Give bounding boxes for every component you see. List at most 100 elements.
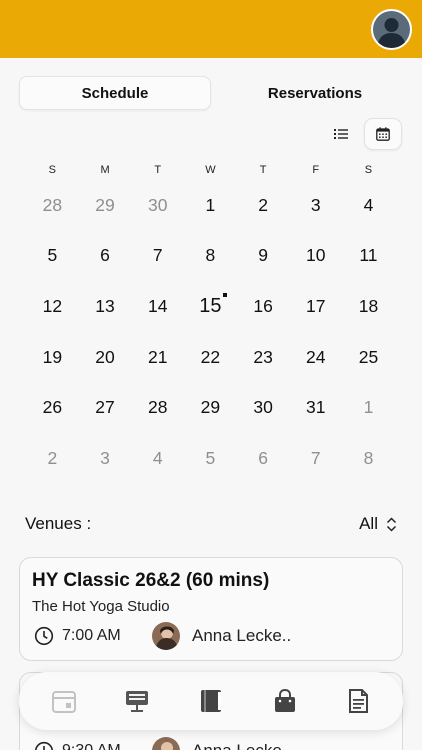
day-number: 6 — [100, 245, 110, 266]
calendar-day[interactable]: 21 — [131, 347, 184, 368]
instructor-avatar — [152, 622, 180, 650]
calendar-day[interactable]: 13 — [79, 296, 132, 317]
document-icon — [349, 689, 369, 713]
class-venue: The Hot Yoga Studio — [32, 598, 170, 615]
weekday-label: M — [100, 164, 110, 176]
day-number: 16 — [253, 295, 273, 316]
calendar-day[interactable]: 17 — [289, 296, 342, 317]
list-view-button[interactable] — [326, 118, 356, 150]
calendar-day[interactable]: 26 — [26, 397, 79, 418]
nav-shop-button[interactable] — [262, 678, 308, 724]
calendar-day[interactable]: 25 — [342, 347, 395, 368]
calendar-day[interactable]: 10 — [289, 245, 342, 266]
calendar-day[interactable]: 31 — [289, 397, 342, 418]
venues-label: Venues : — [25, 514, 92, 533]
class-time: 7:00 AM — [62, 627, 121, 644]
day-number: 18 — [358, 295, 379, 316]
calendar-day[interactable]: 27 — [79, 397, 132, 418]
calendar-day[interactable]: 28 — [131, 397, 184, 418]
calendar-day[interactable]: 29 — [79, 195, 132, 216]
venue-filter-select[interactable]: All — [359, 514, 397, 534]
tab-reservations[interactable]: Reservations — [231, 76, 399, 110]
profile-avatar[interactable] — [371, 9, 412, 50]
instructor-name: Anna Lecke.. — [192, 741, 291, 750]
day-number: 13 — [95, 295, 115, 316]
calendar-view-button[interactable] — [364, 118, 402, 150]
calendar-day[interactable]: 8 — [342, 448, 395, 469]
nav-documents-button[interactable] — [335, 678, 381, 724]
calendar-day[interactable]: 1 — [184, 195, 237, 216]
class-time-row: 7:00 AM — [34, 622, 121, 650]
day-number: 23 — [253, 346, 273, 367]
day-number: 7 — [152, 245, 163, 266]
calendar-day[interactable]: 1 — [342, 397, 395, 418]
day-number: 14 — [147, 295, 168, 316]
day-number: 8 — [363, 447, 374, 468]
calendar-day[interactable]: 6 — [237, 448, 290, 469]
day-number: 29 — [95, 194, 115, 215]
day-number: 27 — [95, 397, 115, 418]
calendar-day[interactable]: 29 — [184, 397, 237, 418]
instructor-avatar — [152, 737, 180, 750]
calendar-day[interactable]: 8 — [184, 245, 237, 266]
day-number: 20 — [95, 346, 115, 367]
calendar-day[interactable]: 2 — [237, 195, 290, 216]
venues-row: Venues : All — [25, 512, 397, 536]
calendar-day[interactable]: 6 — [79, 245, 132, 266]
calendar-day[interactable]: 19 — [26, 347, 79, 368]
calendar-day[interactable]: 5 — [184, 448, 237, 469]
clock-icon — [34, 741, 54, 750]
day-number: 8 — [205, 245, 216, 266]
calendar-day[interactable]: 22 — [184, 347, 237, 368]
day-number: 10 — [306, 245, 326, 266]
instructor-name: Anna Lecke.. — [192, 626, 292, 645]
nav-learn-button[interactable] — [188, 678, 234, 724]
calendar-week: 5 6 7 8 9 10 11 — [26, 231, 395, 282]
calendar-day[interactable]: 4 — [131, 448, 184, 469]
day-number: 1 — [363, 397, 374, 418]
calendar-day[interactable]: 2 — [26, 448, 79, 469]
calendar-day[interactable]: 11 — [342, 245, 395, 266]
calendar-day[interactable]: 3 — [289, 195, 342, 216]
day-number: 4 — [363, 194, 374, 215]
weekday-label: T — [259, 164, 267, 176]
class-title: HY Classic 26&2 (60 mins) — [32, 570, 270, 591]
event-indicator-dot — [222, 292, 227, 297]
calendar-day[interactable]: 4 — [342, 195, 395, 216]
calendar-day[interactable]: 3 — [79, 448, 132, 469]
sign-icon — [126, 691, 149, 712]
day-number: 15 — [199, 294, 222, 317]
calendar-week: 28 29 30 1 2 3 4 — [26, 180, 395, 231]
day-number: 21 — [147, 346, 168, 367]
day-number: 12 — [42, 295, 63, 316]
calendar-day[interactable]: 18 — [342, 296, 395, 317]
calendar-day[interactable]: 24 — [289, 347, 342, 368]
calendar-icon — [51, 691, 76, 713]
app-header — [0, 0, 422, 58]
day-number: 25 — [358, 346, 379, 367]
weekday-label: T — [154, 164, 162, 176]
day-number: 6 — [258, 447, 268, 468]
class-card[interactable]: HY Classic 26&2 (60 mins) The Hot Yoga S… — [19, 557, 403, 661]
calendar-day[interactable]: 14 — [131, 296, 184, 317]
weekday-label: F — [312, 164, 320, 176]
calendar-day[interactable]: 7 — [131, 245, 184, 266]
tab-schedule[interactable]: Schedule — [19, 76, 211, 110]
calendar-day[interactable]: 16 — [237, 296, 290, 317]
calendar-day[interactable]: 12 — [26, 296, 79, 317]
day-number: 5 — [205, 447, 216, 468]
calendar-day[interactable]: 5 — [26, 245, 79, 266]
calendar-day[interactable]: 28 — [26, 195, 79, 216]
calendar-day[interactable]: 20 — [79, 347, 132, 368]
calendar-day-today[interactable]: 15 — [184, 292, 237, 318]
nav-studio-button[interactable] — [114, 678, 160, 724]
calendar-day[interactable]: 30 — [237, 397, 290, 418]
nav-schedule-button[interactable] — [41, 678, 87, 724]
calendar-day[interactable]: 9 — [237, 245, 290, 266]
calendar-day[interactable]: 30 — [131, 195, 184, 216]
day-number: 1 — [205, 194, 216, 215]
calendar-day[interactable]: 23 — [237, 347, 290, 368]
day-number: 9 — [258, 245, 268, 266]
chevron-up-down-icon — [386, 516, 397, 532]
calendar-day[interactable]: 7 — [289, 448, 342, 469]
